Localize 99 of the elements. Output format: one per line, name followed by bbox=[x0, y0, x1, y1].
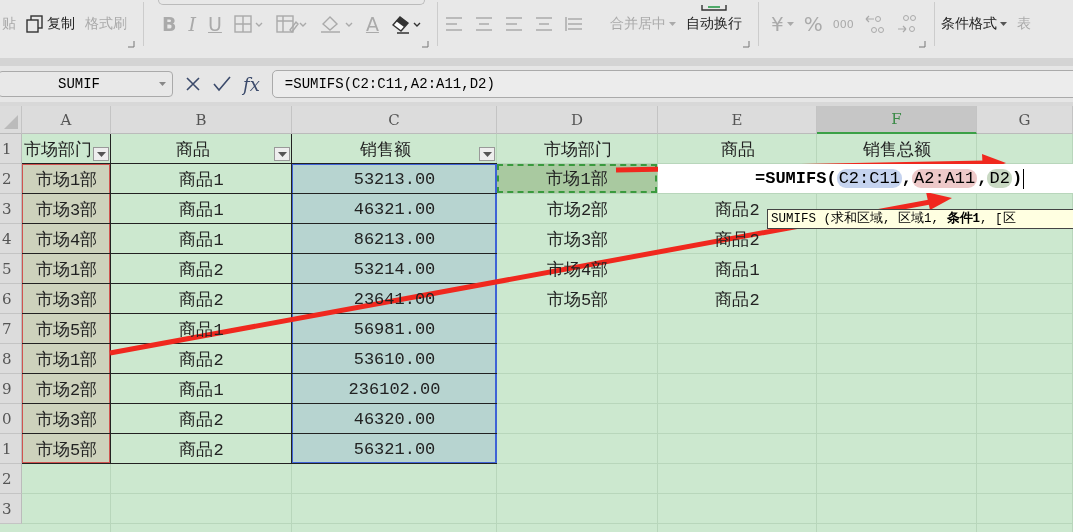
insert-function-button[interactable]: fx bbox=[243, 73, 260, 95]
dialog-launcher-icon[interactable] bbox=[128, 41, 135, 48]
cancel-icon[interactable] bbox=[185, 76, 201, 92]
table-cell-text: 商品2 bbox=[179, 439, 224, 461]
table-cell: 53214.00 bbox=[353, 259, 436, 279]
caret-icon bbox=[96, 151, 106, 157]
column-header[interactable]: G bbox=[977, 106, 1073, 134]
column-header[interactable]: E bbox=[658, 106, 817, 134]
table-cell-text: 市场3部 bbox=[546, 229, 609, 251]
column-title: 商品 bbox=[175, 139, 210, 161]
table-cell-text: 商品2 bbox=[179, 289, 224, 311]
table-cell-text: 市场5部 bbox=[35, 319, 98, 341]
check-icon[interactable] bbox=[213, 76, 231, 92]
table-cell: 53213.00 bbox=[353, 169, 436, 189]
table-cell-text: 市场4部 bbox=[35, 229, 98, 251]
column-header[interactable]: B bbox=[111, 106, 292, 134]
table-cell: 53610.00 bbox=[353, 349, 436, 369]
align-icon[interactable] bbox=[443, 15, 464, 33]
increase-decimal-icon[interactable] bbox=[863, 13, 886, 35]
table-cell-text: 市场3部 bbox=[35, 199, 98, 221]
row-header[interactable]: 4 bbox=[0, 224, 22, 254]
table-cell-text: 商品1 bbox=[179, 199, 224, 221]
decrease-decimal-icon[interactable] bbox=[895, 13, 918, 35]
column-header[interactable]: C bbox=[292, 106, 497, 134]
align-icon[interactable] bbox=[533, 15, 554, 33]
caret-icon bbox=[159, 82, 166, 86]
table-cell: 市场1部 bbox=[497, 164, 657, 193]
row-header[interactable]: 9 bbox=[0, 374, 22, 404]
align-icon[interactable] bbox=[563, 15, 584, 33]
table-cell-text: 市场3部 bbox=[35, 289, 98, 311]
dialog-launcher-icon[interactable] bbox=[421, 41, 429, 48]
row-header[interactable]: 7 bbox=[0, 314, 22, 344]
table-cell-text: 商品2 bbox=[715, 289, 760, 311]
eraser-icon[interactable] bbox=[390, 14, 421, 34]
table-cell-text: 市场5部 bbox=[35, 439, 98, 461]
wrap-text-button[interactable]: 自动换行 bbox=[685, 5, 742, 33]
column-header[interactable]: D bbox=[497, 106, 658, 134]
caret-icon bbox=[668, 22, 676, 26]
filter-dropdown[interactable] bbox=[274, 147, 290, 161]
table-cell-text: 市场3部 bbox=[35, 409, 98, 431]
name-box[interactable]: SUMIF bbox=[0, 71, 173, 97]
row-header[interactable]: 2 bbox=[0, 164, 22, 194]
row-header[interactable]: 3 bbox=[0, 194, 22, 224]
table-cell-text: 商品2 bbox=[179, 259, 224, 281]
table-cell: 46320.00 bbox=[353, 409, 436, 429]
row-header[interactable]: 8 bbox=[0, 344, 22, 374]
cell-format-icon[interactable] bbox=[275, 14, 308, 34]
fill-color-icon[interactable] bbox=[319, 14, 354, 34]
wrap-icon bbox=[699, 5, 728, 11]
filter-dropdown[interactable] bbox=[479, 147, 495, 161]
table-cell-text: 市场1部 bbox=[35, 259, 98, 281]
row-header[interactable]: 0 bbox=[0, 404, 22, 434]
caret-icon bbox=[786, 22, 794, 26]
table-cell-text: 商品1 bbox=[715, 259, 760, 281]
table-cell: 46321.00 bbox=[353, 199, 436, 219]
align-icon[interactable] bbox=[503, 15, 524, 33]
row-header[interactable]: 3 bbox=[0, 494, 22, 524]
row-header[interactable]: 5 bbox=[0, 254, 22, 284]
select-all-button[interactable] bbox=[0, 106, 22, 134]
column-title: 市场部门 bbox=[23, 139, 92, 161]
column-header[interactable]: A bbox=[22, 106, 111, 134]
column-title: 商品 bbox=[720, 139, 755, 161]
table-cell-text: 商品2 bbox=[179, 409, 224, 431]
table-cell-text: 商品2 bbox=[715, 199, 760, 221]
copy-button[interactable]: 复制 bbox=[26, 15, 75, 33]
row-header[interactable]: 6 bbox=[0, 284, 22, 314]
table-cell-text: 市场1部 bbox=[35, 169, 98, 191]
conditional-format-button[interactable]: 条件格式 bbox=[940, 15, 1007, 33]
table-cell-text: 市场5部 bbox=[546, 289, 609, 311]
table-cell: 56981.00 bbox=[353, 319, 436, 339]
column-title: 销售额 bbox=[360, 139, 411, 161]
row-header[interactable]: 1 bbox=[0, 434, 22, 464]
table-cell: 236102.00 bbox=[348, 379, 441, 399]
cell-editor[interactable]: =SUMIFS(C2:C11,A2:A11,D2) bbox=[658, 164, 1073, 193]
dialog-launcher-icon[interactable] bbox=[918, 41, 926, 48]
table-cell-text: 商品2 bbox=[179, 349, 224, 371]
align-icon[interactable] bbox=[473, 15, 494, 33]
caret-icon bbox=[482, 151, 492, 157]
copy-icon bbox=[26, 15, 44, 33]
table-cell-text: 市场1部 bbox=[35, 349, 98, 371]
triangle-icon bbox=[4, 115, 18, 129]
column-title: 销售总额 bbox=[863, 139, 931, 161]
table-cell-text: 市场2部 bbox=[35, 379, 98, 401]
table-cell: 56321.00 bbox=[353, 439, 436, 459]
table-cell-text: 商品1 bbox=[179, 229, 224, 251]
caret-icon bbox=[999, 22, 1007, 26]
formula-input[interactable]: =SUMIFS(C2:C11,A2:A11,D2) bbox=[271, 70, 1073, 98]
table-cell-text: 市场2部 bbox=[546, 199, 609, 221]
caret-icon bbox=[277, 151, 287, 157]
function-tooltip: SUMIFS (求和区域, 区域1, 条件1, [区 bbox=[767, 209, 1073, 229]
filter-dropdown[interactable] bbox=[93, 147, 109, 161]
borders-icon[interactable] bbox=[233, 14, 264, 34]
column-title: 市场部门 bbox=[543, 139, 612, 161]
row-header[interactable]: 2 bbox=[0, 464, 22, 494]
table-cell: 86213.00 bbox=[353, 229, 436, 249]
table-cell-text: 商品1 bbox=[179, 169, 224, 191]
row-header[interactable]: 1 bbox=[0, 134, 22, 164]
table-cell-text: 商品1 bbox=[179, 379, 224, 401]
dialog-launcher-icon[interactable] bbox=[742, 41, 750, 48]
